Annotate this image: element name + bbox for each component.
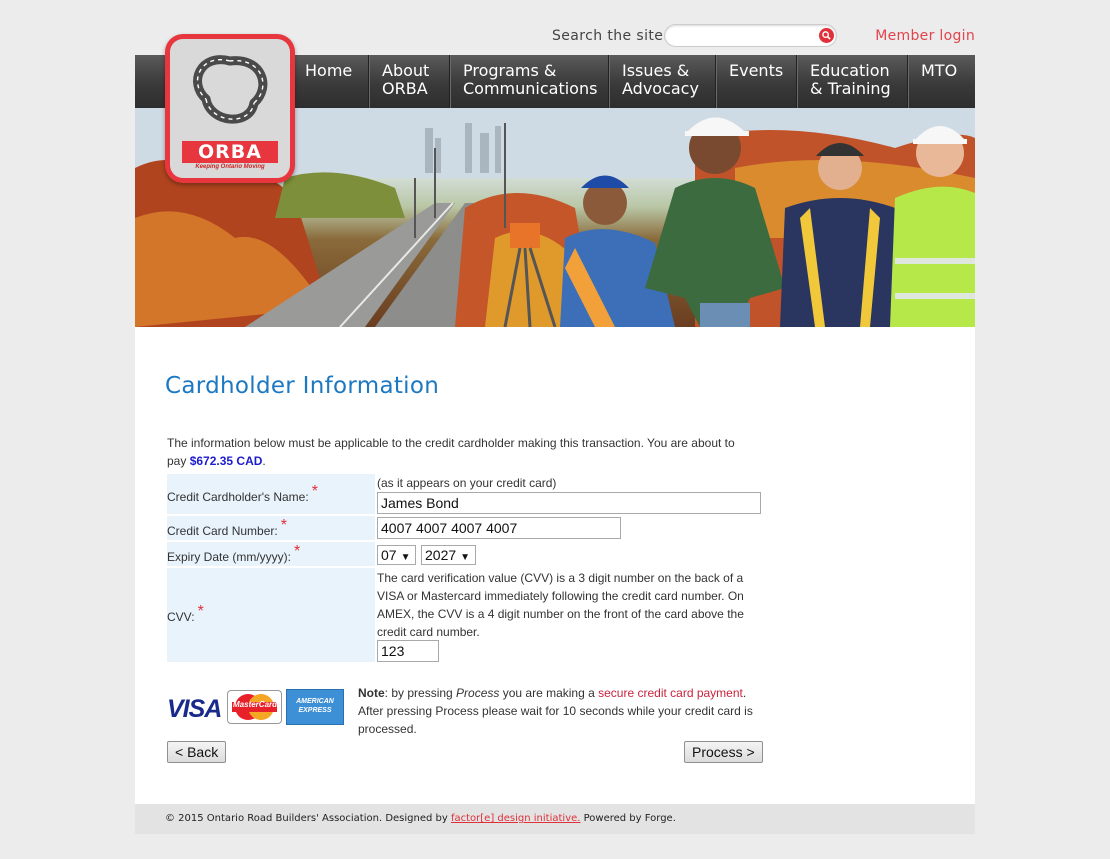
amex-text-line2: EXPRESS: [298, 707, 332, 714]
mastercard-logo: MasterCard: [227, 690, 282, 724]
logo-wordmark: ORBA: [182, 141, 278, 163]
cardholder-name-input[interactable]: James Bond: [377, 492, 761, 514]
form-row-expiry: Expiry Date (mm/yyyy): * 07 ▼ 2027 ▼: [167, 542, 763, 566]
note-bold: Note: [358, 686, 385, 700]
expiry-label-cell: Expiry Date (mm/yyyy): *: [167, 542, 375, 566]
nav-label: & Training: [810, 79, 891, 98]
payment-amount: $672.35 CAD: [189, 454, 263, 468]
expiry-month-select[interactable]: 07 ▼: [377, 545, 416, 565]
form-row-cvv: CVV: * The card verification value (CVV) …: [167, 568, 763, 662]
required-marker: *: [294, 543, 301, 560]
logo-tagline: Keeping Ontario Moving: [195, 164, 265, 170]
nav-label: Communications: [463, 79, 598, 98]
required-marker: *: [311, 483, 318, 500]
required-marker: *: [280, 517, 287, 534]
footer-copyright: © 2015 Ontario Road Builders' Associatio…: [165, 813, 451, 824]
nav-item-events[interactable]: Events: [715, 55, 796, 108]
intro-period: .: [262, 454, 266, 468]
nav-label: Home: [305, 61, 353, 80]
accepted-cards: VISA MasterCard AMERICAN EXPRESS: [167, 689, 347, 727]
form-row-card-number: Credit Card Number: * 4007 4007 4007 4007: [167, 516, 763, 540]
dropdown-arrow-icon: ▼: [400, 552, 411, 563]
nav-label: Education: [810, 61, 890, 80]
back-button[interactable]: < Back: [167, 741, 227, 763]
footer-powered-by: Powered by Forge.: [580, 813, 676, 824]
visa-logo: VISA: [167, 695, 222, 723]
cvv-label-cell: CVV: *: [167, 568, 375, 662]
footer: © 2015 Ontario Road Builders' Associatio…: [135, 804, 975, 834]
amex-logo: AMERICAN EXPRESS: [286, 689, 344, 725]
page: Search the site: Member login Home About…: [135, 0, 975, 834]
logo-badge: ORBA Keeping Ontario Moving: [170, 39, 290, 178]
form-row-name: Credit Cardholder's Name: * (as it appear…: [167, 474, 763, 514]
nav-label: Issues &: [622, 61, 690, 80]
name-hint: (as it appears on your credit card): [377, 476, 557, 490]
cvv-input[interactable]: 123: [377, 640, 439, 662]
footer-designer-link[interactable]: factor[e] design initiative.: [451, 813, 580, 824]
nav-item-programs[interactable]: Programs & Communications: [449, 55, 608, 108]
mastercard-text: MasterCard: [233, 700, 278, 709]
expiry-year-value: 2027: [425, 547, 457, 563]
nav-label: About: [382, 61, 430, 80]
required-marker: *: [197, 603, 204, 620]
cvv-help-text: The card verification value (CVV) is a 3…: [377, 571, 744, 639]
expiry-label: Expiry Date (mm/yyyy):: [167, 550, 292, 564]
secure-payment-link[interactable]: secure credit card payment: [598, 686, 743, 700]
road-trefoil-icon: [193, 55, 268, 124]
nav-item-issues[interactable]: Issues & Advocacy: [608, 55, 715, 108]
payment-note: Note: by pressing Process you are making…: [358, 684, 768, 738]
member-login-link[interactable]: Member login: [875, 28, 975, 44]
nav-item-education[interactable]: Education & Training: [796, 55, 907, 108]
search-input[interactable]: [664, 24, 837, 47]
orba-logo[interactable]: ORBA Keeping Ontario Moving: [165, 34, 295, 183]
note-text: : by pressing: [384, 686, 457, 700]
card-number-input[interactable]: 4007 4007 4007 4007: [377, 517, 621, 539]
intro-text: The information below must be applicable…: [167, 434, 757, 470]
note-text: you are making a: [499, 686, 599, 700]
process-button[interactable]: Process >: [684, 741, 763, 763]
note-wait-text: After pressing Process please wait for 1…: [358, 704, 753, 736]
name-label: Credit Cardholder's Name:: [167, 490, 309, 504]
card-number-label: Credit Card Number:: [167, 524, 278, 538]
nav-label: ORBA: [382, 79, 428, 98]
main-content: Cardholder Information The information b…: [135, 327, 975, 804]
page-title: Cardholder Information: [165, 373, 440, 399]
cvv-label: CVV:: [167, 610, 195, 624]
nav-label: Programs &: [463, 61, 557, 80]
note-text: .: [742, 686, 747, 700]
expiry-month-value: 07: [381, 547, 397, 563]
amex-text-line1: AMERICAN: [296, 698, 334, 705]
name-label-cell: Credit Cardholder's Name: *: [167, 474, 375, 514]
nav-label: MTO: [921, 61, 958, 80]
nav-item-about[interactable]: About ORBA: [368, 55, 449, 108]
card-label-cell: Credit Card Number: *: [167, 516, 375, 540]
nav-item-mto[interactable]: MTO: [907, 55, 975, 108]
nav-label: Advocacy: [622, 79, 699, 98]
nav-label: Events: [729, 61, 784, 80]
note-process-word: Process: [456, 686, 500, 700]
search-label: Search the site:: [552, 28, 669, 44]
expiry-year-select[interactable]: 2027 ▼: [421, 545, 476, 565]
dropdown-arrow-icon: ▼: [460, 552, 471, 563]
nav-item-home[interactable]: Home: [292, 55, 368, 108]
search-icon[interactable]: [819, 28, 834, 43]
